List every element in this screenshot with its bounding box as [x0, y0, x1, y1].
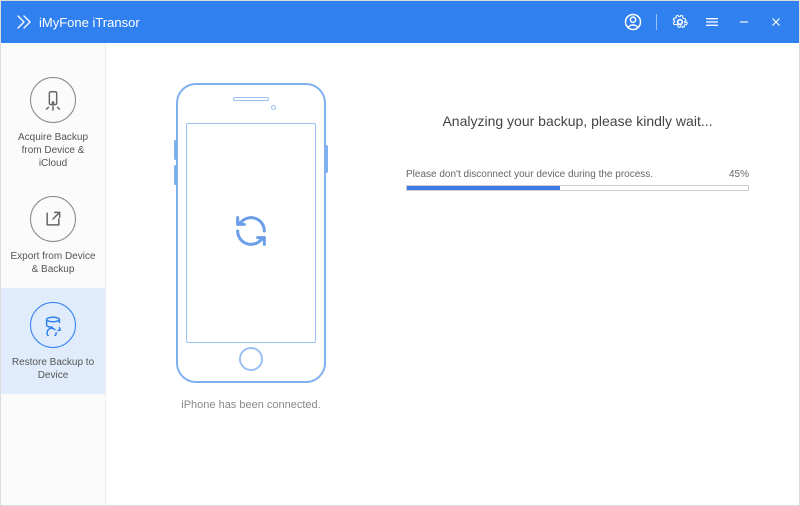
menu-icon[interactable]	[703, 13, 721, 31]
main-content: iPhone has been connected. Analyzing you…	[106, 43, 799, 505]
minimize-icon[interactable]	[735, 13, 753, 31]
phone-illustration	[176, 83, 326, 383]
sidebar-item-label: Restore Backup to Device	[7, 356, 99, 382]
header-divider	[656, 14, 657, 30]
sidebar: Acquire Backup from Device & iCloud Expo…	[1, 43, 106, 505]
close-icon[interactable]	[767, 13, 785, 31]
app-window: iMyFone iTransor	[0, 0, 800, 506]
sidebar-item-restore-backup[interactable]: Restore Backup to Device	[1, 288, 105, 394]
progress-section: Analyzing your backup, please kindly wai…	[366, 83, 769, 485]
device-status: iPhone has been connected.	[181, 399, 320, 411]
sidebar-item-acquire-backup[interactable]: Acquire Backup from Device & iCloud	[1, 63, 105, 182]
sidebar-item-label: Acquire Backup from Device & iCloud	[7, 131, 99, 170]
sync-icon	[231, 211, 271, 256]
progress-note: Please don't disconnect your device duri…	[406, 169, 653, 180]
account-icon[interactable]	[624, 13, 642, 31]
device-section: iPhone has been connected.	[136, 83, 366, 485]
progress-fill	[407, 186, 560, 190]
progress-bar	[406, 185, 749, 191]
title-bar: iMyFone iTransor	[1, 1, 799, 43]
progress-percent: 45%	[729, 169, 749, 180]
header-actions	[624, 13, 785, 31]
app-title: iMyFone iTransor	[39, 15, 140, 30]
app-logo: iMyFone iTransor	[15, 13, 140, 31]
restore-backup-icon	[30, 302, 76, 348]
gear-icon[interactable]	[671, 13, 689, 31]
sidebar-item-label: Export from Device & Backup	[7, 250, 99, 276]
acquire-backup-icon	[30, 77, 76, 123]
app-body: Acquire Backup from Device & iCloud Expo…	[1, 43, 799, 505]
export-icon	[30, 196, 76, 242]
sidebar-item-export[interactable]: Export from Device & Backup	[1, 182, 105, 288]
progress-title: Analyzing your backup, please kindly wai…	[406, 113, 749, 129]
app-logo-icon	[15, 13, 33, 31]
